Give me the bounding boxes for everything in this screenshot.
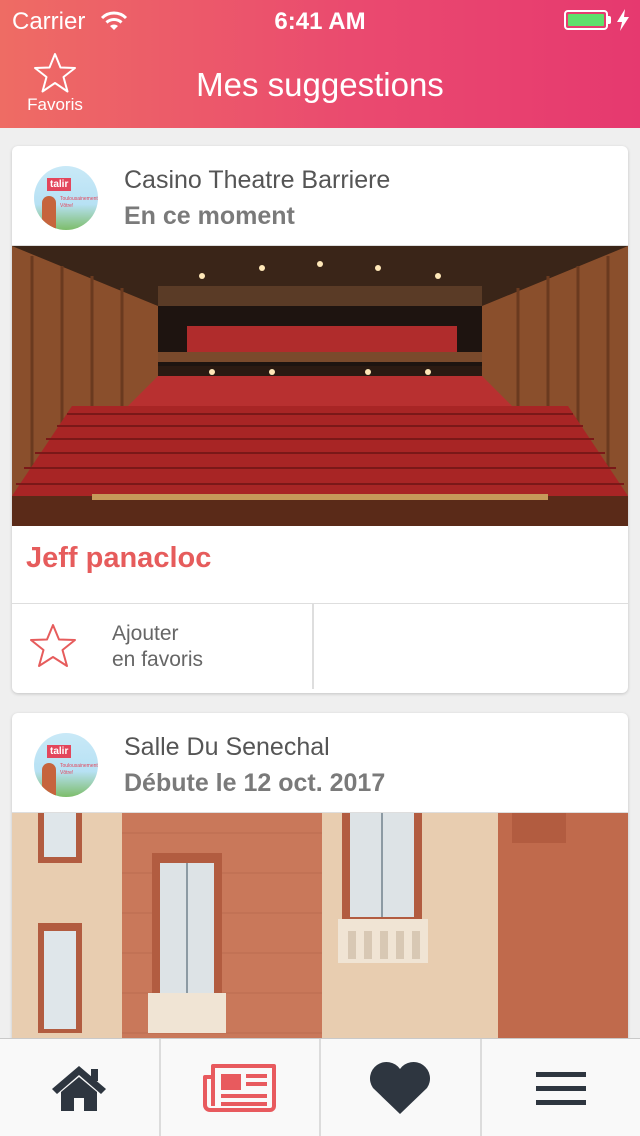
tab-favorites[interactable] [321, 1039, 482, 1136]
card-header: talir Toulousainement Vôtre! Salle Du Se… [12, 713, 628, 813]
charging-icon [617, 9, 629, 31]
suggestion-card[interactable]: talir Toulousainement Vôtre! Casino Thea… [12, 146, 628, 693]
battery-level [568, 14, 604, 26]
venue-name: Salle Du Senechal [124, 733, 330, 761]
avatar-logo-text: talir [47, 745, 72, 758]
status-bar: Carrier 6:41 AM [0, 0, 640, 40]
home-icon [52, 1065, 107, 1111]
suggestion-card[interactable]: talir Toulousainement Vôtre! Salle Du Se… [12, 713, 628, 1053]
event-photo-building[interactable] [12, 813, 628, 1053]
menu-icon [535, 1071, 586, 1105]
event-title[interactable]: Jeff panacloc [12, 526, 628, 604]
add-favorites-label-line1: Ajouter [112, 622, 179, 645]
tab-news[interactable] [161, 1039, 321, 1136]
add-favorites-label-line2: en favoris [112, 648, 204, 671]
avatar-tagline: Toulousainement Vôtre! [60, 763, 98, 776]
event-date: En ce moment [124, 202, 295, 230]
battery-icon [564, 10, 612, 30]
heart-icon [370, 1061, 431, 1114]
avatar-logo-text: talir [47, 178, 72, 191]
tab-bar [0, 1038, 640, 1136]
news-icon [202, 1063, 276, 1112]
venue-avatar: talir Toulousainement Vôtre! [34, 733, 98, 797]
card-actions: Ajouter en favoris [12, 604, 628, 689]
app-header: Carrier 6:41 AM Favoris Mes suggestions [0, 0, 640, 128]
status-time: 6:41 AM [274, 8, 366, 35]
page-title: Mes suggestions [196, 66, 444, 103]
card-header: talir Toulousainement Vôtre! Casino Thea… [12, 146, 628, 246]
tab-menu[interactable] [482, 1039, 640, 1136]
event-photo-theatre[interactable] [12, 246, 628, 526]
tab-home[interactable] [0, 1039, 161, 1136]
event-date: Débute le 12 oct. 2017 [124, 769, 386, 797]
venue-name: Casino Theatre Barriere [124, 166, 391, 194]
add-to-favorites-button[interactable]: Ajouter en favoris [12, 604, 314, 689]
venue-avatar: talir Toulousainement Vôtre! [34, 166, 98, 230]
star-outline-icon [30, 624, 76, 667]
avatar-tagline: Toulousainement Vôtre! [60, 196, 98, 209]
